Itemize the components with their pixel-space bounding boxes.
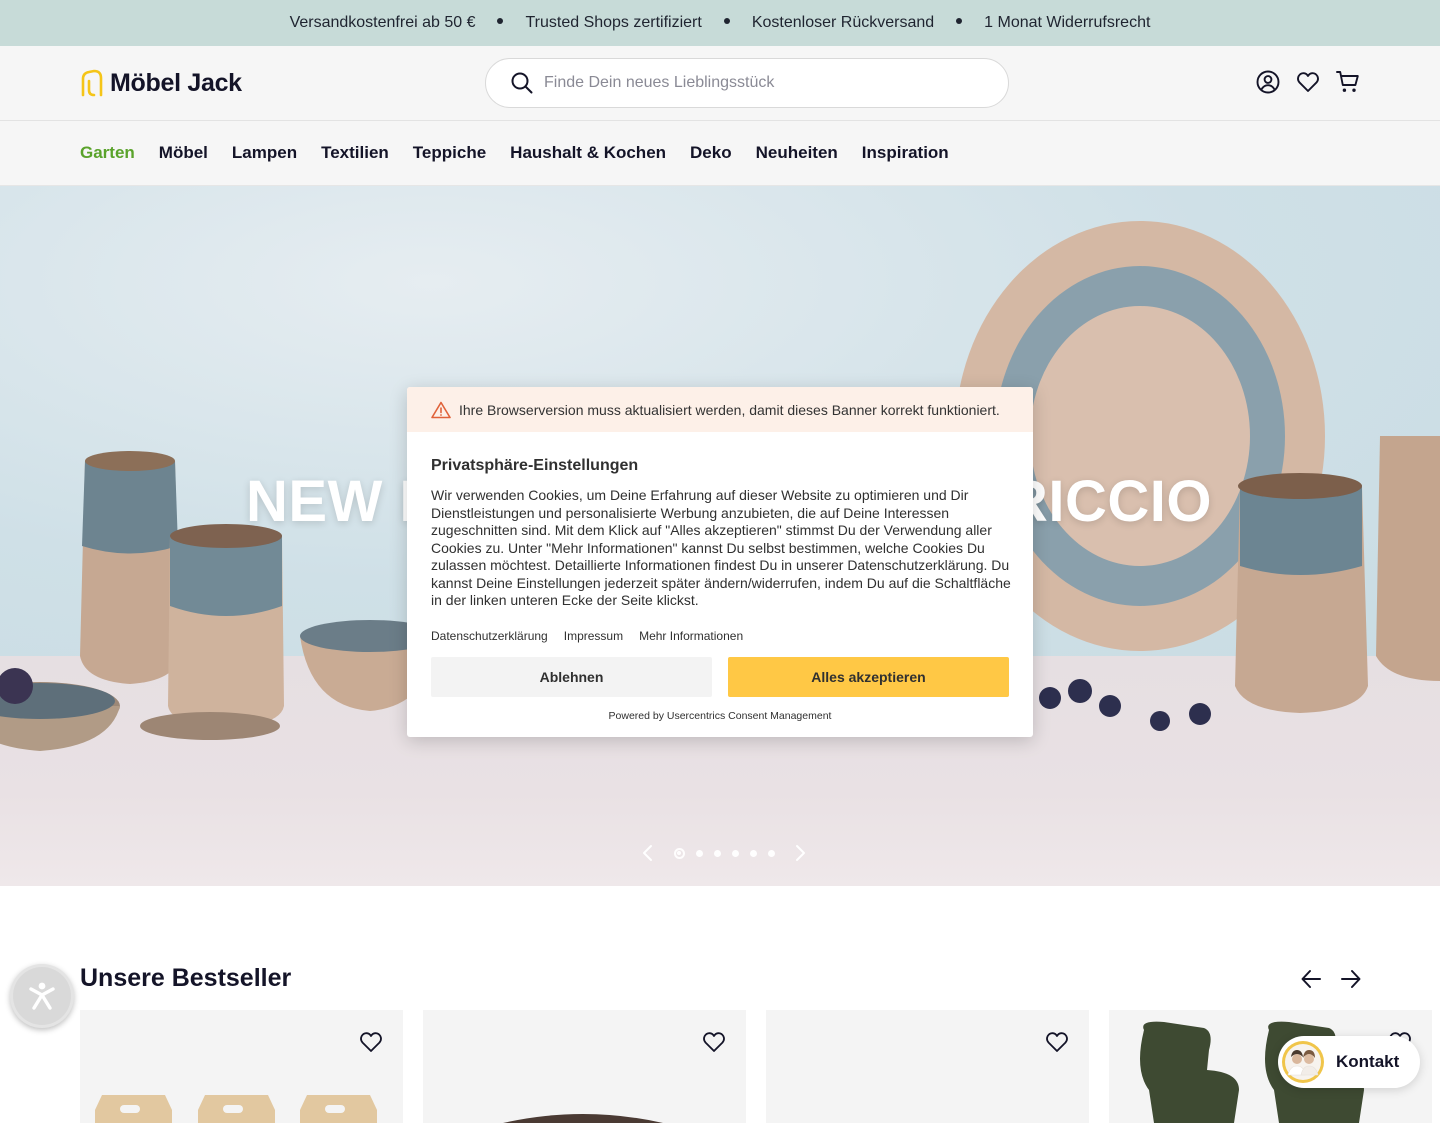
usp-item: Trusted Shops zertifiziert: [525, 14, 702, 31]
logo-text: Möbel Jack: [110, 68, 242, 97]
product-card[interactable]: [80, 1010, 403, 1123]
nav-item-moebel[interactable]: Möbel: [159, 143, 208, 163]
imprint-link[interactable]: Impressum: [564, 629, 623, 643]
nav-item-inspiration[interactable]: Inspiration: [862, 143, 949, 163]
slider-dot[interactable]: [767, 849, 775, 857]
nav-item-garten[interactable]: Garten: [80, 143, 135, 163]
main-nav: Garten Möbel Lampen Textilien Teppiche H…: [0, 121, 1440, 186]
search-icon[interactable]: [510, 71, 534, 95]
product-card[interactable]: [423, 1010, 746, 1123]
nav-item-neuheiten[interactable]: Neuheiten: [756, 143, 838, 163]
nav-item-deko[interactable]: Deko: [690, 143, 732, 163]
accessibility-button-inner: [13, 967, 71, 1025]
wishlist-icon[interactable]: [702, 1030, 726, 1054]
usp-item: Versandkostenfrei ab 50 €: [289, 14, 476, 31]
nav-item-teppiche[interactable]: Teppiche: [413, 143, 486, 163]
usp-separator: [723, 18, 730, 24]
bestseller-arrows: [1300, 968, 1362, 990]
consent-dialog: Ihre Browserversion muss aktualisiert we…: [407, 387, 1033, 737]
logo-icon: [81, 69, 103, 97]
product-image: [503, 1114, 663, 1123]
hero-title-left: NEW I: [246, 469, 417, 534]
usp-bar: Versandkostenfrei ab 50 € Trusted Shops …: [0, 0, 1440, 46]
consent-warning: Ihre Browserversion muss aktualisiert we…: [407, 387, 1033, 432]
search-bar[interactable]: [485, 58, 1009, 108]
usp-item: 1 Monat Widerrufsrecht: [984, 14, 1151, 31]
support-team-icon: [1285, 1044, 1321, 1080]
slider-next-icon[interactable]: [792, 844, 808, 862]
slider-dot[interactable]: [713, 849, 721, 857]
search-input[interactable]: [544, 74, 964, 92]
arrow-right-icon[interactable]: [1340, 968, 1362, 990]
account-icon[interactable]: [1256, 70, 1280, 94]
slider-dot[interactable]: [731, 849, 739, 857]
consent-title: Privatsphäre-Einstellungen: [431, 457, 639, 474]
avatar: [1282, 1041, 1324, 1083]
nav-item-haushalt-kochen[interactable]: Haushalt & Kochen: [510, 143, 666, 163]
header-icons: [1256, 70, 1360, 94]
wishlist-icon[interactable]: [1296, 70, 1320, 94]
logo[interactable]: Möbel Jack: [80, 68, 242, 98]
consent-powered-by: Powered by Usercentrics Consent Manageme…: [608, 710, 832, 722]
accept-all-button[interactable]: Alles akzeptieren: [728, 657, 1009, 697]
slider-dot[interactable]: [749, 849, 757, 857]
slider-dots: [668, 847, 780, 859]
usp-item: Kostenloser Rückversand: [751, 14, 935, 31]
bestseller-title: Unsere Bestseller: [80, 964, 292, 992]
hero-title-right: RICCIO: [1006, 469, 1212, 534]
consent-links: Datenschutzerklärung Impressum Mehr Info…: [431, 629, 743, 643]
nav-item-lampen[interactable]: Lampen: [232, 143, 297, 163]
slider-dot[interactable]: [695, 849, 703, 857]
product-card[interactable]: [766, 1010, 1089, 1123]
deny-button[interactable]: Ablehnen: [431, 657, 712, 697]
consent-warning-text: Ihre Browserversion muss aktualisiert we…: [459, 401, 1000, 418]
accessibility-button[interactable]: [10, 964, 74, 1028]
usp-separator: [497, 18, 504, 24]
slider-dot-active[interactable]: [673, 847, 685, 859]
accessibility-icon: [29, 982, 55, 1010]
nav-item-textilien[interactable]: Textilien: [321, 143, 389, 163]
wishlist-icon[interactable]: [359, 1030, 383, 1054]
header: Möbel Jack: [0, 46, 1440, 121]
cart-icon[interactable]: [1336, 70, 1360, 94]
warning-icon: [431, 401, 451, 418]
consent-text: Wir verwenden Cookies, um Deine Erfahrun…: [431, 487, 1011, 608]
contact-button[interactable]: Kontakt: [1278, 1036, 1420, 1088]
more-info-link[interactable]: Mehr Informationen: [639, 629, 743, 643]
usp-separator: [956, 18, 963, 24]
contact-label: Kontakt: [1336, 1052, 1400, 1071]
product-image: [95, 1095, 377, 1123]
arrow-left-icon[interactable]: [1300, 968, 1322, 990]
privacy-policy-link[interactable]: Datenschutzerklärung: [431, 629, 548, 643]
wishlist-icon[interactable]: [1045, 1030, 1069, 1054]
slider-prev-icon[interactable]: [640, 844, 656, 862]
slider-controls: [640, 844, 808, 862]
